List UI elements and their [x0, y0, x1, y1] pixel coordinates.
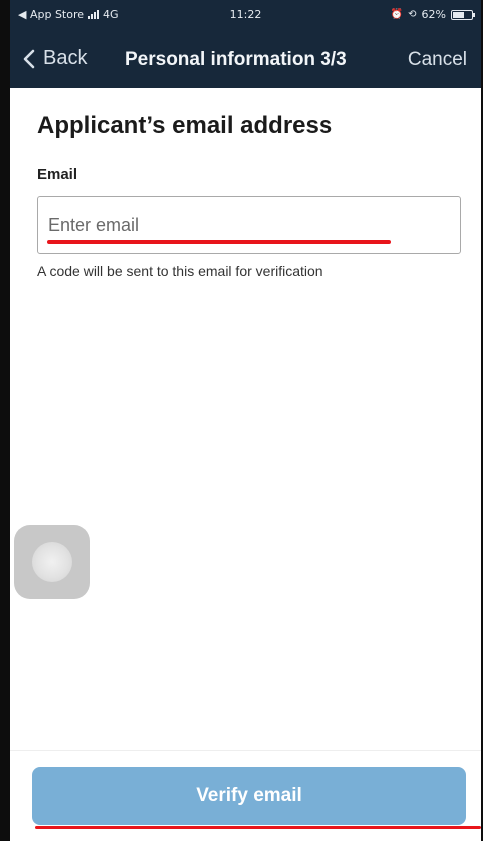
status-bar: ◀ App Store 4G 11:22 ⏰ ⟲ 62% [10, 0, 481, 30]
phone-screen: ◀ App Store 4G 11:22 ⏰ ⟲ 62% Back Person… [10, 0, 481, 841]
back-button[interactable]: Back [22, 47, 87, 70]
annotation-underline-email [47, 240, 391, 244]
footer-divider [10, 750, 481, 751]
alarm-icon: ⏰ [390, 9, 404, 20]
back-label: Back [43, 47, 88, 69]
email-label: Email [37, 166, 78, 183]
status-bar-right: ⏰ ⟲ 62% [390, 8, 475, 21]
assistive-touch-icon [32, 542, 72, 582]
page-title-nav: Personal information 3/3 [125, 49, 347, 70]
chevron-left-icon [23, 49, 35, 68]
verification-hint: A code will be sent to this email for ve… [37, 263, 323, 279]
assistive-touch-button[interactable] [14, 525, 90, 599]
battery-percent: 62% [421, 8, 446, 21]
battery-level [453, 11, 464, 18]
battery-icon [451, 9, 475, 20]
annotation-underline-button [35, 826, 481, 829]
email-field[interactable] [37, 196, 461, 254]
rotation-lock-icon: ⟲ [408, 9, 417, 20]
verify-email-button[interactable]: Verify email [32, 767, 466, 825]
page-title: Applicant’s email address [37, 112, 333, 139]
cancel-button[interactable]: Cancel [408, 49, 467, 71]
navigation-bar: Back Personal information 3/3 Cancel [10, 30, 481, 88]
